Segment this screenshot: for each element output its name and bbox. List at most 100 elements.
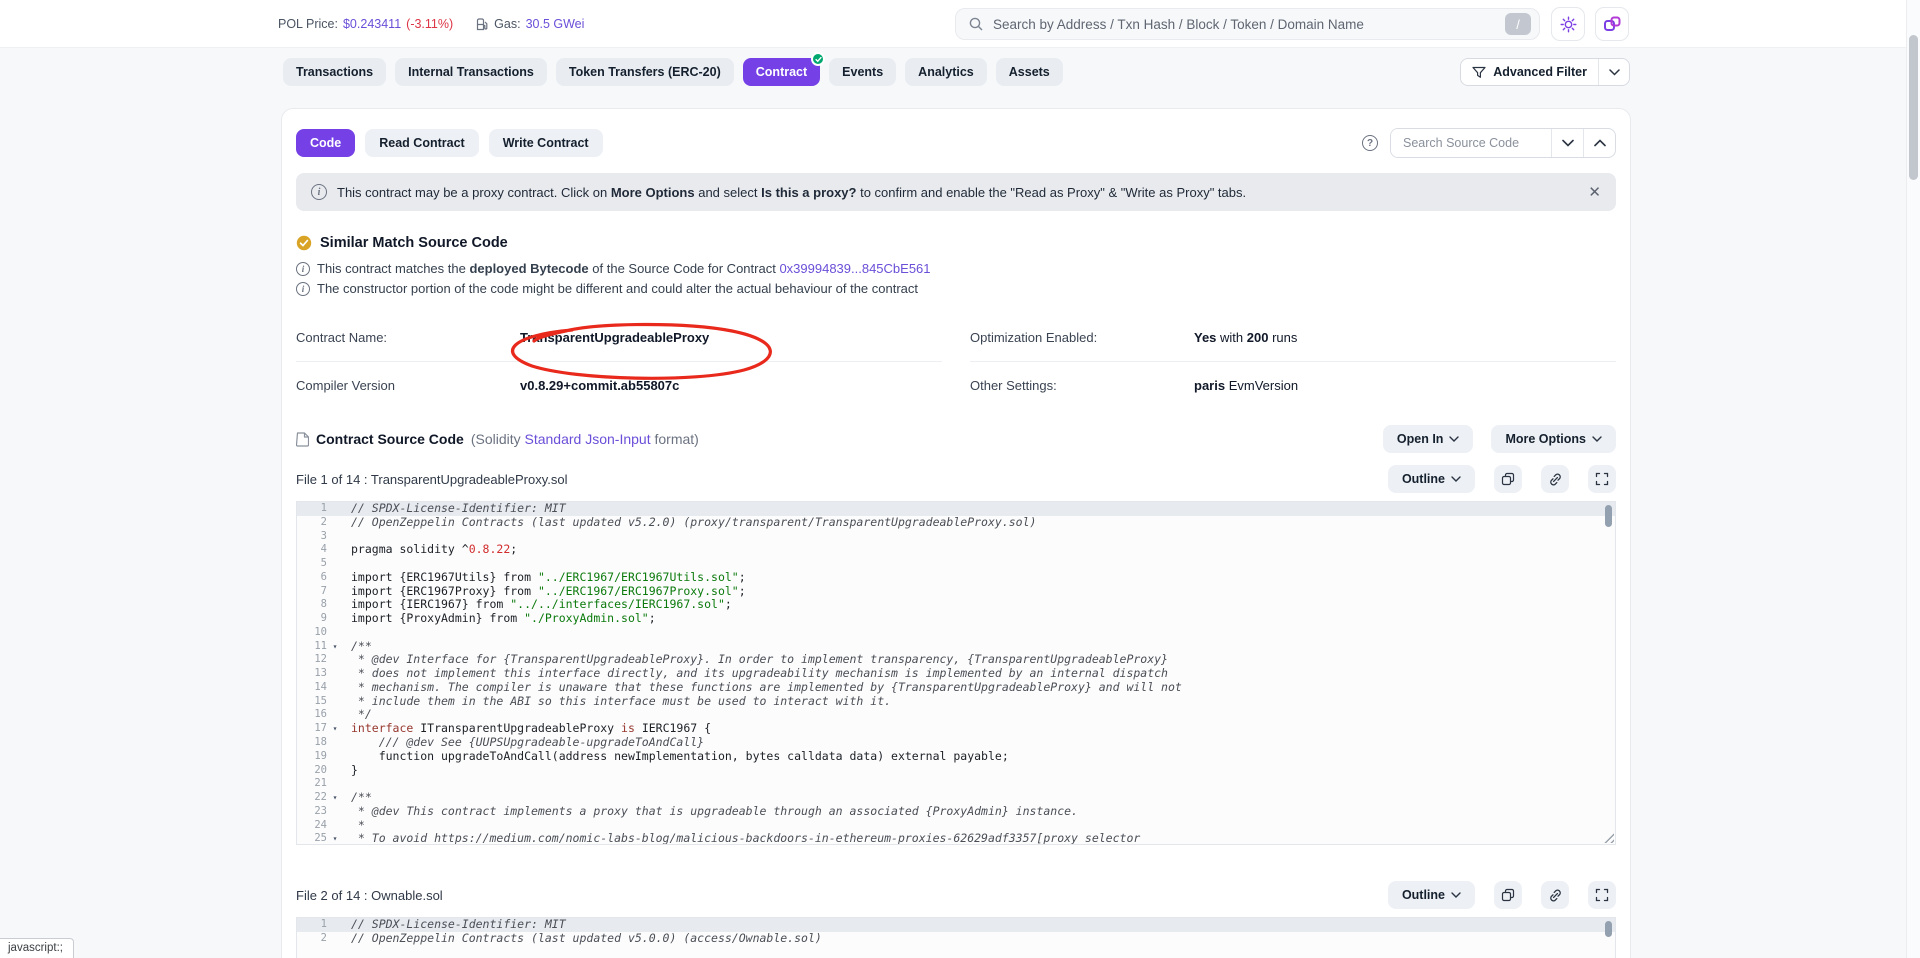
similar-match-heading: Similar Match Source Code — [296, 235, 1616, 251]
code-scrollbar-thumb[interactable] — [1605, 921, 1612, 937]
pol-price-value[interactable]: $0.243411 — [343, 17, 401, 31]
matched-contract-link[interactable]: 0x39994839...845CbE561 — [779, 261, 930, 276]
link-icon — [1548, 888, 1563, 903]
filter-funnel-icon — [1472, 66, 1486, 79]
browser-status-bubble: javascript:; — [0, 938, 74, 958]
tab-transactions[interactable]: Transactions — [283, 58, 386, 86]
expand-icon — [1595, 472, 1609, 486]
fold-toggle-icon[interactable]: ▾ — [327, 640, 343, 654]
tab-analytics[interactable]: Analytics — [905, 58, 987, 86]
global-search[interactable]: / — [955, 8, 1540, 40]
compiler-version-value: v0.8.29+commit.ab55807c — [520, 378, 679, 393]
code-line: 2// OpenZeppelin Contracts (last updated… — [297, 516, 1615, 530]
advanced-filter-button[interactable]: Advanced Filter — [1460, 58, 1630, 86]
outline-button-2[interactable]: Outline — [1388, 881, 1475, 909]
code-line: 19 function upgradeToAndCall(address new… — [297, 750, 1615, 764]
write-contract-button[interactable]: Write Contract — [489, 129, 603, 157]
code-line: 5 — [297, 557, 1615, 571]
verified-check-icon — [811, 52, 825, 66]
code-line: 4pragma solidity ^0.8.22; — [297, 543, 1615, 557]
document-icon — [296, 432, 309, 447]
code-line: 21 — [297, 777, 1615, 791]
source-code-viewer-1[interactable]: 1// SPDX-License-Identifier: MIT2// Open… — [296, 501, 1616, 845]
constructor-note-line: i The constructor portion of the code mi… — [296, 281, 1616, 296]
source-code-search — [1390, 128, 1616, 158]
fold-toggle-icon[interactable]: ▾ — [327, 832, 343, 845]
gas-stat: Gas: 30.5 GWei — [475, 17, 584, 31]
json-input-link[interactable]: Standard Json-Input — [525, 431, 651, 447]
copy-icon — [1501, 888, 1515, 902]
copy-icon — [1501, 472, 1515, 486]
proxy-banner-text: This contract may be a proxy contract. C… — [337, 185, 1246, 200]
tab-events[interactable]: Events — [829, 58, 896, 86]
code-line: 1// SPDX-License-Identifier: MIT — [297, 502, 1615, 516]
info-icon: i — [296, 282, 310, 296]
source-code-header: Contract Source Code (Solidity Standard … — [296, 425, 1616, 453]
gas-label: Gas: — [494, 17, 520, 31]
tab-assets[interactable]: Assets — [996, 58, 1063, 86]
open-in-button[interactable]: Open In — [1383, 425, 1474, 453]
fullscreen-button[interactable] — [1588, 465, 1616, 493]
code-line: 11▾/** — [297, 640, 1615, 654]
code-line: 9import {ProxyAdmin} from "./ProxyAdmin.… — [297, 612, 1615, 626]
source-code-title: Contract Source Code — [316, 431, 464, 447]
fullscreen-button-2[interactable] — [1588, 881, 1616, 909]
tab-token-transfers[interactable]: Token Transfers (ERC-20) — [556, 58, 734, 86]
code-line: 1// SPDX-License-Identifier: MIT — [297, 918, 1615, 932]
search-icon — [968, 16, 984, 32]
advanced-filter-dropdown[interactable] — [1599, 59, 1629, 85]
code-line: 22▾/** — [297, 791, 1615, 805]
tab-internal-transactions[interactable]: Internal Transactions — [395, 58, 547, 86]
outline-button[interactable]: Outline — [1388, 465, 1475, 493]
code-line: 12 * @dev Interface for {TransparentUpgr… — [297, 653, 1615, 667]
gold-check-icon — [296, 235, 312, 251]
other-settings-label: Other Settings: — [970, 378, 1194, 393]
copy-source-button-2[interactable] — [1494, 881, 1522, 909]
polygon-logo-icon — [1602, 14, 1622, 34]
code-line: 7import {ERC1967Proxy} from "../ERC1967/… — [297, 585, 1615, 599]
tab-contract[interactable]: Contract — [743, 58, 820, 86]
contract-card: Code Read Contract Write Contract ? i Th… — [281, 108, 1631, 958]
optimization-value: Yes with 200 runs — [1194, 330, 1297, 345]
banner-close-icon[interactable]: ✕ — [1588, 183, 1601, 201]
code-line: 3 — [297, 530, 1615, 544]
code-line: 2// OpenZeppelin Contracts (last updated… — [297, 932, 1615, 946]
fold-toggle-icon[interactable]: ▾ — [327, 722, 343, 736]
fold-toggle-icon[interactable]: ▾ — [327, 791, 343, 805]
search-prev-chevron-down-icon[interactable] — [1551, 129, 1583, 157]
code-line: 10 — [297, 626, 1615, 640]
code-line: 23 * @dev This contract implements a pro… — [297, 805, 1615, 819]
sun-icon — [1560, 16, 1577, 33]
code-line: 8import {IERC1967} from "../../interface… — [297, 598, 1615, 612]
top-header: POL Price: $0.243411 (-3.11%) Gas: 30.5 … — [0, 0, 1920, 48]
permalink-button-2[interactable] — [1541, 881, 1569, 909]
gas-value[interactable]: 30.5 GWei — [526, 17, 585, 31]
permalink-button[interactable] — [1541, 465, 1569, 493]
page-scrollbar-thumb[interactable] — [1909, 35, 1918, 180]
page-scrollbar[interactable] — [1906, 0, 1920, 958]
more-options-button[interactable]: More Options — [1491, 425, 1616, 453]
read-contract-button[interactable]: Read Contract — [365, 129, 478, 157]
expand-icon — [1595, 888, 1609, 902]
copy-source-button[interactable] — [1494, 465, 1522, 493]
code-line: 20} — [297, 764, 1615, 778]
bytecode-match-line: i This contract matches the deployed Byt… — [296, 261, 1616, 276]
source-search-input[interactable] — [1391, 129, 1551, 157]
pol-price-stat: POL Price: $0.243411 (-3.11%) — [278, 17, 453, 31]
help-icon[interactable]: ? — [1362, 135, 1378, 151]
source-code-viewer-2[interactable]: 1// SPDX-License-Identifier: MIT2// Open… — [296, 917, 1616, 958]
pol-price-label: POL Price: — [278, 17, 338, 31]
theme-toggle-button[interactable] — [1551, 7, 1585, 41]
address-tabs: Transactions Internal Transactions Token… — [283, 58, 1630, 86]
gas-pump-icon — [475, 17, 489, 31]
code-scrollbar-thumb[interactable] — [1605, 505, 1612, 527]
network-stats: POL Price: $0.243411 (-3.11%) Gas: 30.5 … — [278, 0, 584, 48]
search-shortcut-badge: / — [1505, 13, 1531, 35]
search-input[interactable] — [993, 17, 1496, 32]
file-2-header: File 2 of 14 : Ownable.sol Outline — [296, 881, 1616, 909]
search-next-chevron-up-icon[interactable] — [1583, 129, 1615, 157]
brand-logo-button[interactable] — [1595, 7, 1629, 41]
code-tab-button[interactable]: Code — [296, 129, 355, 157]
file-1-label: File 1 of 14 : TransparentUpgradeablePro… — [296, 472, 567, 487]
compiler-version-label: Compiler Version — [296, 378, 520, 393]
